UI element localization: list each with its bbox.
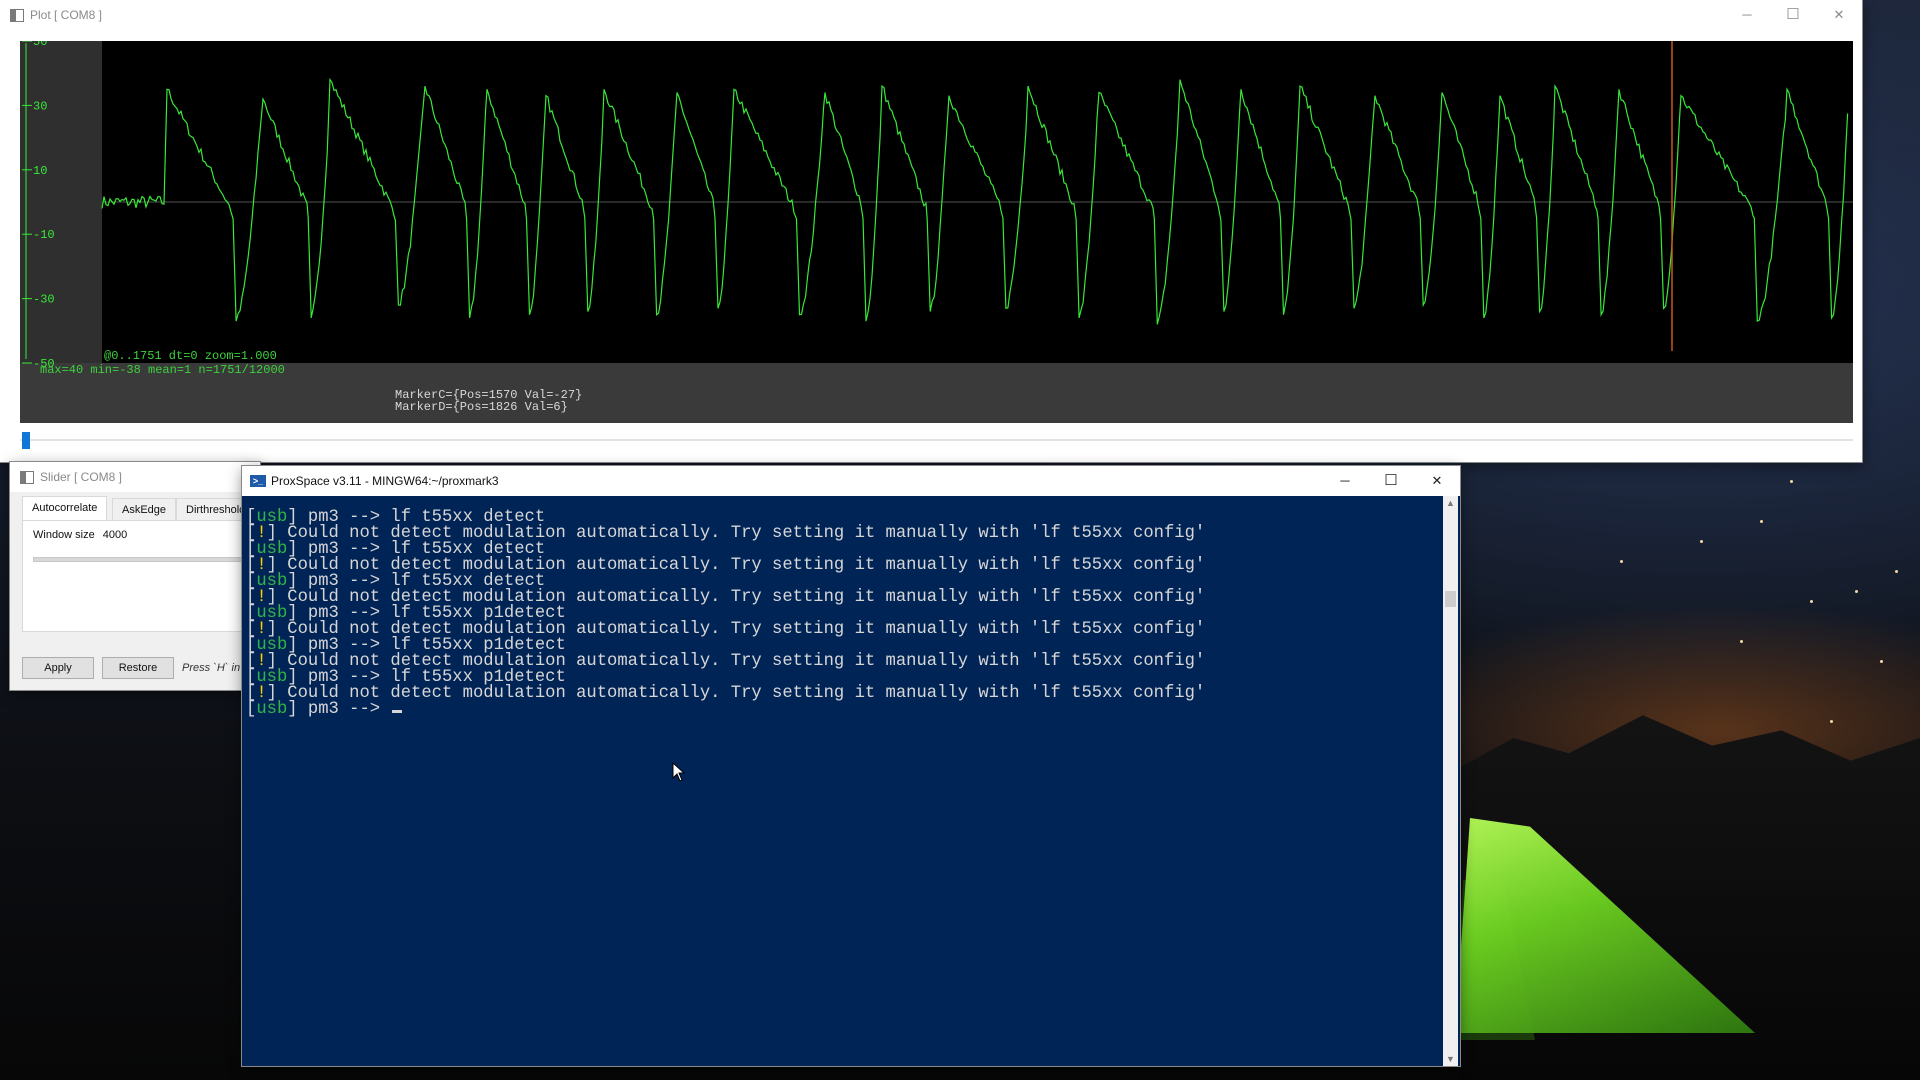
scrollbar-thumb[interactable] bbox=[1445, 591, 1456, 607]
help-hint: Press `H` in bbox=[182, 662, 241, 674]
star bbox=[1740, 640, 1743, 643]
y-tick-label: 10 bbox=[33, 164, 47, 178]
maximize-button[interactable]: ☐ bbox=[1770, 0, 1816, 30]
scroll-up-arrow-icon[interactable]: ▲ bbox=[1443, 498, 1458, 508]
star bbox=[1895, 570, 1898, 573]
star bbox=[1760, 520, 1763, 523]
y-tick-label: -30 bbox=[33, 293, 55, 307]
window-app-icon bbox=[10, 9, 24, 22]
star bbox=[1830, 720, 1833, 723]
slider-titlebar[interactable]: Slider [ COM8 ] bbox=[10, 462, 260, 492]
star bbox=[1880, 660, 1883, 663]
maximize-button[interactable]: ☐ bbox=[1368, 466, 1414, 496]
scrollbar-track[interactable] bbox=[20, 439, 1853, 441]
star bbox=[1810, 600, 1813, 603]
close-button[interactable]: ✕ bbox=[1816, 0, 1862, 30]
scroll-down-arrow-icon[interactable]: ▼ bbox=[1443, 1054, 1458, 1064]
restore-button[interactable]: Restore bbox=[102, 657, 174, 679]
plot-horizontal-scrollbar[interactable] bbox=[20, 432, 1853, 449]
prompt-tag: usb bbox=[256, 700, 288, 719]
y-tick-label: -10 bbox=[33, 228, 55, 242]
plot-titlebar[interactable]: Plot [ COM8 ] ─ ☐ ✕ bbox=[0, 0, 1862, 30]
window-size-value: 4000 bbox=[102, 529, 128, 541]
tab-askedge[interactable]: AskEdge bbox=[112, 498, 177, 521]
console-titlebar[interactable]: >_ ProxSpace v3.11 - MINGW64:~/proxmark3… bbox=[242, 466, 1460, 496]
slider-window-title: Slider [ COM8 ] bbox=[40, 470, 123, 484]
plot-window-title: Plot [ COM8 ] bbox=[30, 8, 103, 22]
autocorrelate-panel: Window size 4000 bbox=[22, 520, 264, 632]
scrollbar-thumb[interactable] bbox=[22, 432, 30, 449]
signal-plot[interactable]: 50 30 10 -10 -30 -50 @0..1751 dt=0 zoom=1.000 m… bbox=[20, 41, 1853, 423]
terminal-output[interactable]: [usb] pm3 --> lf t55xx detect [!] Could n… bbox=[246, 509, 1442, 1066]
y-tick-label: 50 bbox=[33, 41, 47, 49]
star bbox=[1700, 540, 1703, 543]
console-window-title: ProxSpace v3.11 - MINGW64:~/proxmark3 bbox=[271, 474, 499, 488]
text-cursor bbox=[392, 710, 403, 713]
minimize-button[interactable]: ─ bbox=[1322, 466, 1368, 496]
bracket: [ bbox=[246, 700, 257, 719]
window-size-slider[interactable] bbox=[33, 557, 263, 562]
terminal-vertical-scrollbar[interactable]: ▲ ▼ bbox=[1443, 496, 1458, 1066]
plot-stats-text: max=40 min=-38 mean=1 n=1751/12000 bbox=[40, 363, 285, 377]
tab-autocorrelate[interactable]: Autocorrelate bbox=[22, 496, 108, 521]
minimize-button[interactable]: ─ bbox=[1724, 0, 1770, 30]
star bbox=[1855, 590, 1858, 593]
powershell-icon: >_ bbox=[250, 475, 266, 487]
window-size-label: Window size bbox=[33, 529, 95, 541]
y-tick-label: 30 bbox=[33, 99, 47, 113]
star bbox=[1790, 480, 1793, 483]
mouse-pointer-icon bbox=[672, 762, 686, 782]
marker-d-text: MarkerD={Pos=1826 Val=6} bbox=[395, 400, 568, 414]
signal-plot-svg[interactable]: 503010-10-30-50@0..1751 dt=0 zoom=1.000m… bbox=[20, 41, 1853, 423]
close-button[interactable]: ✕ bbox=[1414, 466, 1460, 496]
plot-info-panel bbox=[20, 363, 1853, 423]
plot-range-text: @0..1751 dt=0 zoom=1.000 bbox=[104, 349, 277, 363]
terminal-command-line: [usb] pm3 --> bbox=[246, 700, 1442, 719]
star bbox=[1620, 560, 1623, 563]
warning-text: ] Could not detect modulation automatica… bbox=[266, 684, 1206, 703]
command-text: ] pm3 --> bbox=[287, 700, 391, 719]
plot-y-gutter bbox=[20, 41, 102, 363]
slider-window: Slider [ COM8 ] Autocorrelate AskEdge Di… bbox=[10, 462, 264, 690]
console-window: >_ ProxSpace v3.11 - MINGW64:~/proxmark3… bbox=[242, 466, 1460, 1066]
terminal-warning-line: [!] Could not detect modulation automati… bbox=[246, 684, 1442, 703]
apply-button[interactable]: Apply bbox=[22, 657, 94, 679]
window-size-row: Window size 4000 bbox=[33, 529, 127, 541]
plot-window: Plot [ COM8 ] ─ ☐ ✕ 50 30 10 -10 -30 -50 @0..1… bbox=[0, 0, 1862, 462]
window-app-icon bbox=[20, 471, 34, 484]
